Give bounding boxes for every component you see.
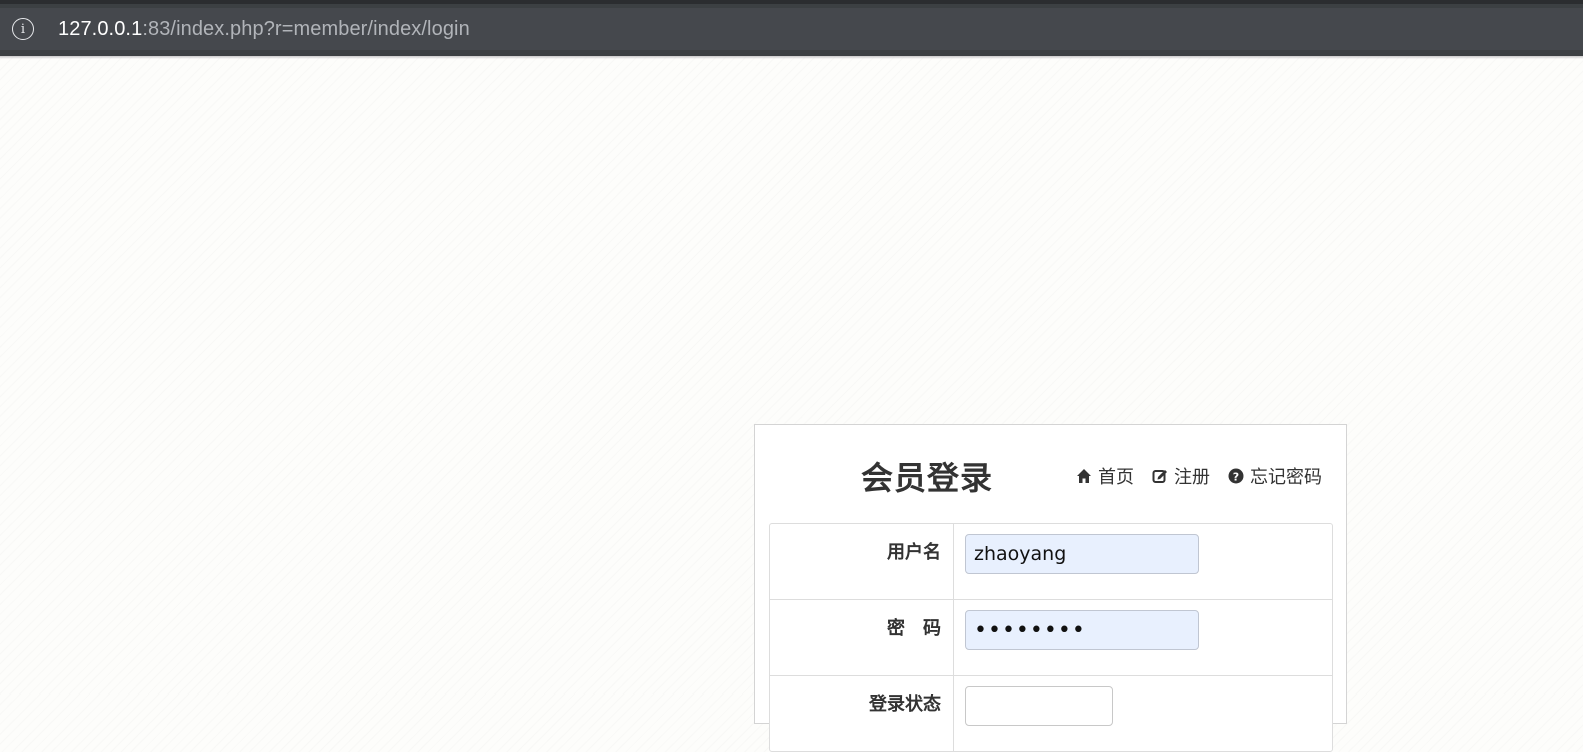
browser-toolbar: i 127.0.0.1:83/index.php?r=member/index/…	[0, 0, 1583, 56]
password-row: 密 码	[770, 600, 1332, 676]
register-link-label: 注册	[1174, 467, 1210, 488]
edit-icon	[1152, 470, 1167, 483]
home-link[interactable]: 首页	[1076, 463, 1134, 489]
address-bar[interactable]: i 127.0.0.1:83/index.php?r=member/index/…	[0, 8, 1583, 50]
svg-text:?: ?	[1233, 470, 1239, 483]
username-label: 用户名	[770, 524, 954, 599]
header-links: 首页 注册 ? 忘记密码	[1076, 463, 1322, 489]
url-path: :83/index.php?r=member/index/login	[142, 17, 470, 40]
info-icon[interactable]: i	[12, 18, 34, 40]
login-panel: 会员登录 首页 注册 ? 忘记密码 用户名 密 码 登录状态	[754, 424, 1347, 752]
register-link[interactable]: 注册	[1152, 463, 1210, 489]
username-input[interactable]	[965, 534, 1199, 574]
page-title: 会员登录	[861, 459, 994, 497]
question-circle-icon: ?	[1228, 468, 1244, 484]
password-label: 密 码	[770, 600, 954, 675]
url-text[interactable]: 127.0.0.1:83/index.php?r=member/index/lo…	[58, 18, 470, 41]
login-status-row: 登录状态	[770, 676, 1332, 751]
login-status-label: 登录状态	[770, 676, 954, 751]
login-status-select[interactable]	[965, 686, 1113, 726]
home-link-label: 首页	[1098, 467, 1134, 488]
home-icon	[1077, 469, 1091, 483]
login-form: 用户名 密 码 登录状态	[769, 523, 1333, 752]
password-input[interactable]	[965, 610, 1199, 650]
forgot-password-label: 忘记密码	[1250, 467, 1322, 488]
toolbar-shadow	[0, 56, 1583, 59]
url-host: 127.0.0.1	[58, 17, 143, 40]
username-row: 用户名	[770, 524, 1332, 600]
forgot-password-link[interactable]: ? 忘记密码	[1228, 463, 1322, 489]
